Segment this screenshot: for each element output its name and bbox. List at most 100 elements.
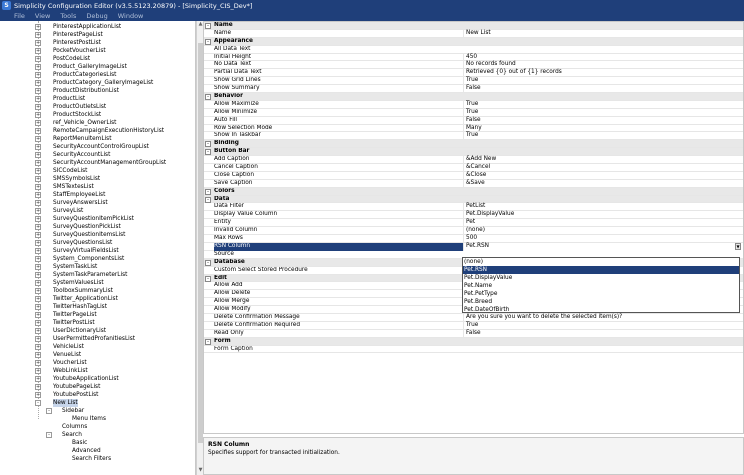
tree-node[interactable]: + PinterestPostList: [0, 39, 195, 47]
collapse-icon[interactable]: -: [205, 196, 211, 203]
property-value[interactable]: False: [463, 329, 743, 338]
property-row[interactable]: No Data Text No records found: [204, 61, 743, 70]
tree-node[interactable]: + SecurityAccountControlGroupList: [0, 143, 195, 151]
property-row[interactable]: Partial Data Text Retrieved {0} out of {1…: [204, 69, 743, 78]
property-value[interactable]: &Save: [463, 179, 743, 188]
expand-icon[interactable]: +: [35, 360, 41, 366]
property-value[interactable]: PetList: [463, 203, 743, 212]
tree-node[interactable]: + VenueList: [0, 351, 195, 359]
property-row[interactable]: Entity Pet: [204, 219, 743, 228]
expand-icon[interactable]: +: [35, 176, 41, 182]
collapse-icon[interactable]: -: [205, 149, 211, 156]
tree-node[interactable]: - Sidebar: [0, 407, 195, 415]
tree-node[interactable]: + Twitter_ApplicationList: [0, 295, 195, 303]
expand-icon[interactable]: +: [35, 112, 41, 118]
expand-icon[interactable]: +: [35, 24, 41, 30]
dropdown-option[interactable]: Pet.DisplayValue: [463, 274, 739, 282]
tree-node[interactable]: + SecurityAccountManagementGroupList: [0, 159, 195, 167]
tree-node[interactable]: + ProductCategoriesList: [0, 71, 195, 79]
expand-icon[interactable]: +: [35, 264, 41, 270]
collapse-icon[interactable]: -: [205, 275, 211, 282]
expand-icon[interactable]: +: [35, 160, 41, 166]
expand-icon[interactable]: +: [35, 312, 41, 318]
property-category[interactable]: - Appearance: [204, 37, 743, 46]
tree-node[interactable]: + StaffEmployeeList: [0, 191, 195, 199]
tree-node[interactable]: + ProductDistributionList: [0, 87, 195, 95]
tree-node[interactable]: + SurveyQuestionItemsList: [0, 231, 195, 239]
property-row[interactable]: Allow Maximize True: [204, 100, 743, 109]
tree-node[interactable]: + WebLinkList: [0, 367, 195, 375]
tree-node[interactable]: + PocketVoucherList: [0, 47, 195, 55]
tree-node[interactable]: - Search: [0, 431, 195, 439]
tree-node[interactable]: + SecurityAccountList: [0, 151, 195, 159]
property-row[interactable]: Row Selection Mode Many: [204, 124, 743, 133]
expand-icon[interactable]: +: [35, 288, 41, 294]
property-row[interactable]: Invalid Column (none): [204, 227, 743, 236]
expand-icon[interactable]: +: [35, 104, 41, 110]
expand-icon[interactable]: +: [35, 344, 41, 350]
expand-icon[interactable]: +: [35, 384, 41, 390]
property-category[interactable]: - Binding: [204, 140, 743, 149]
property-value[interactable]: True: [463, 321, 743, 330]
expand-icon[interactable]: +: [35, 320, 41, 326]
tree-node[interactable]: + PinterestPageList: [0, 31, 195, 39]
collapse-icon[interactable]: -: [35, 400, 41, 406]
property-row[interactable]: Initial Height 450: [204, 53, 743, 62]
tree-node[interactable]: + SurveyAnswersList: [0, 199, 195, 207]
property-value[interactable]: (none): [463, 227, 743, 236]
expand-icon[interactable]: +: [35, 192, 41, 198]
expand-icon[interactable]: +: [35, 352, 41, 358]
property-value[interactable]: Many: [463, 124, 743, 133]
property-row[interactable]: Delete Confirmation Required True: [204, 321, 743, 330]
expand-icon[interactable]: +: [35, 32, 41, 38]
dropdown-option[interactable]: Pet.PetType: [463, 290, 739, 298]
dropdown-option[interactable]: (none): [463, 258, 739, 266]
tree-node[interactable]: + SystemTaskParameterList: [0, 271, 195, 279]
property-row[interactable]: Allow Minimize True: [204, 108, 743, 117]
collapse-icon[interactable]: -: [205, 259, 211, 266]
property-row[interactable]: Cancel Caption &Cancel: [204, 164, 743, 172]
property-category[interactable]: - Data: [204, 195, 743, 204]
property-row[interactable]: Read Only False: [204, 329, 743, 338]
tree-node[interactable]: Search Filters: [0, 455, 195, 463]
property-value[interactable]: &Add New: [463, 156, 743, 165]
tree-node[interactable]: + YoutubeApplicationList: [0, 375, 195, 383]
expand-icon[interactable]: +: [35, 56, 41, 62]
tree-node[interactable]: + ProductOutletsList: [0, 103, 195, 111]
property-value[interactable]: &Close: [463, 171, 743, 180]
expand-icon[interactable]: +: [35, 240, 41, 246]
tree-node[interactable]: + SurveyQuestionItemPickList: [0, 215, 195, 223]
tree-node[interactable]: + RemoteCampaignExecutionHistoryList: [0, 127, 195, 135]
tree-node[interactable]: + YoutubePageList: [0, 383, 195, 391]
expand-icon[interactable]: +: [35, 296, 41, 302]
expand-icon[interactable]: +: [35, 328, 41, 334]
property-value[interactable]: Are you sure you want to delete the sele…: [463, 313, 743, 322]
tree-node[interactable]: + SurveyQuestionPickList: [0, 223, 195, 231]
property-value[interactable]: Pet.DisplayValue: [463, 211, 743, 220]
property-row[interactable]: Show Grid Lines True: [204, 77, 743, 86]
property-value[interactable]: Retrieved {0} out of {1} records: [463, 69, 743, 78]
expand-icon[interactable]: +: [35, 280, 41, 286]
property-row[interactable]: Display Value Column Pet.DisplayValue: [204, 211, 743, 220]
property-category[interactable]: - Colors: [204, 187, 743, 196]
expand-icon[interactable]: +: [35, 48, 41, 54]
property-row[interactable]: Show In Taskbar True: [204, 132, 743, 141]
expand-icon[interactable]: +: [35, 168, 41, 174]
expand-icon[interactable]: +: [35, 80, 41, 86]
property-row[interactable]: Data Filter PetList: [204, 203, 743, 212]
tree-node[interactable]: + SurveyQuestionsList: [0, 239, 195, 247]
dropdown-option[interactable]: Pet.Name: [463, 282, 739, 290]
expand-icon[interactable]: +: [35, 304, 41, 310]
expand-icon[interactable]: +: [35, 40, 41, 46]
tree-node[interactable]: + SystemTaskList: [0, 263, 195, 271]
property-value[interactable]: &Cancel: [463, 164, 743, 172]
tree-node[interactable]: + ProductList: [0, 95, 195, 103]
tree-node[interactable]: + UserPermittedProfanitiesList: [0, 335, 195, 343]
property-value[interactable]: New List: [463, 29, 743, 38]
tree-node[interactable]: + TwitterPostList: [0, 319, 195, 327]
tree-scrollbar[interactable]: ▲ ▼: [196, 21, 203, 475]
tree-node[interactable]: Columns: [0, 423, 195, 431]
property-value[interactable]: 500: [463, 235, 743, 243]
property-value[interactable]: No records found: [463, 61, 743, 70]
property-category[interactable]: - Form: [204, 337, 743, 346]
